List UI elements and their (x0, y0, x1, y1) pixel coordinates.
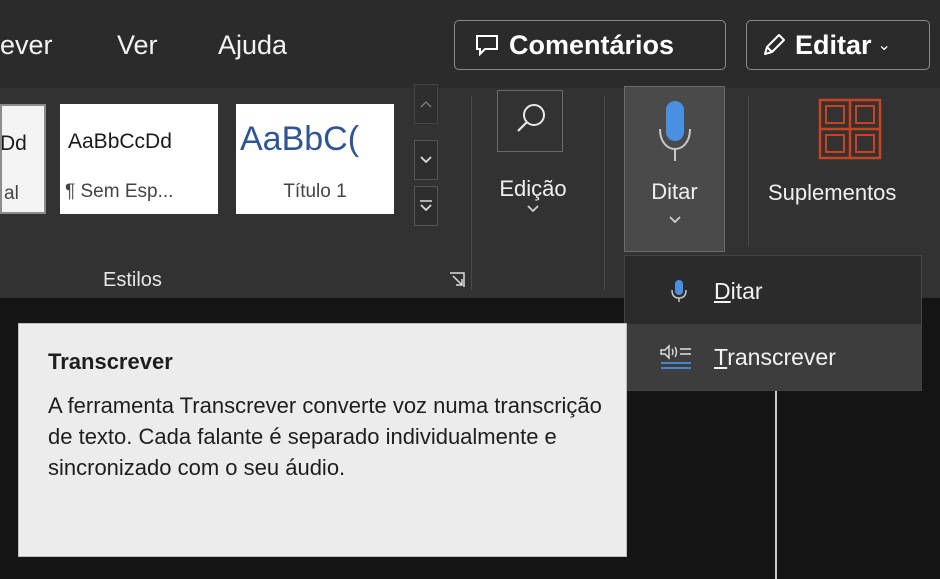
grid-icon (818, 98, 882, 160)
styles-group-label: Estilos (103, 269, 162, 291)
menu-item-dictate[interactable]: Ditar (625, 258, 921, 324)
dictate-dropdown-menu: Ditar Transcrever (624, 255, 922, 391)
menu-item-transcribe[interactable]: Transcrever (625, 324, 921, 390)
chevron-down-icon (490, 200, 576, 216)
style-name: ¶ Sem Esp... (65, 181, 174, 202)
editing-button[interactable]: Edição (490, 88, 576, 238)
access-key: T (714, 343, 728, 370)
menu-item-label: Ditar (714, 278, 763, 305)
menu-item-label-rest: ranscrever (727, 343, 836, 370)
pencil-icon (764, 34, 785, 55)
chevron-down-icon (420, 156, 432, 164)
dialog-launcher-icon[interactable] (449, 272, 465, 288)
dictate-label: Ditar (651, 179, 698, 204)
transcribe-icon (660, 344, 691, 369)
group-separator (748, 96, 749, 246)
style-tile-normal[interactable]: Dd al (0, 104, 46, 214)
editing-label: Edição (499, 176, 567, 201)
style-tile-no-spacing[interactable]: AaBbCcDd ¶ Sem Esp... (60, 104, 218, 214)
chevron-down-icon: ⌄ (877, 37, 891, 54)
style-sample: AaBbCcDd (68, 130, 172, 153)
style-sample: Dd (0, 132, 27, 155)
style-tile-heading-1[interactable]: AaBbC( Título 1 (236, 104, 394, 214)
search-icon-frame (497, 90, 563, 152)
addins-button[interactable]: Suplementos (764, 88, 940, 238)
style-sample: AaBbC( (240, 120, 360, 158)
menu-item-ajuda[interactable]: Ajuda (218, 30, 287, 61)
edit-label: Editar (795, 29, 872, 60)
dictate-button[interactable]: Ditar (624, 86, 725, 252)
gallery-expand-icon (420, 200, 432, 212)
access-key: D (714, 277, 731, 304)
edit-mode-button[interactable]: Editar ⌄ (746, 20, 930, 70)
gallery-more-button[interactable] (414, 186, 438, 226)
style-name: al (4, 183, 19, 204)
menu-item-revisar[interactable]: ever (0, 30, 53, 61)
tooltip: Transcrever A ferramenta Transcrever con… (18, 323, 627, 557)
gallery-scroll-down-button[interactable] (414, 140, 438, 180)
comments-button[interactable]: Comentários (454, 20, 726, 70)
chevron-up-icon (420, 100, 432, 108)
menu-item-label: Transcrever (714, 344, 836, 371)
menu-item-label-rest: itar (730, 277, 763, 304)
tooltip-title: Transcrever (48, 349, 173, 374)
chevron-down-icon (625, 211, 724, 227)
tooltip-body: A ferramenta Transcrever converte voz nu… (48, 393, 602, 480)
microphone-icon (671, 280, 687, 302)
group-separator (604, 96, 605, 290)
comments-label: Comentários (509, 29, 675, 60)
document-margin-line (775, 391, 777, 579)
speech-bubble-icon (476, 35, 498, 56)
style-name: Título 1 (283, 181, 347, 202)
search-icon (517, 104, 545, 132)
gallery-scroll-up-button[interactable] (414, 84, 438, 124)
menu-item-ver[interactable]: Ver (117, 30, 158, 61)
microphone-icon (659, 101, 691, 161)
addins-label: Suplementos (768, 180, 897, 205)
group-separator (471, 96, 472, 290)
